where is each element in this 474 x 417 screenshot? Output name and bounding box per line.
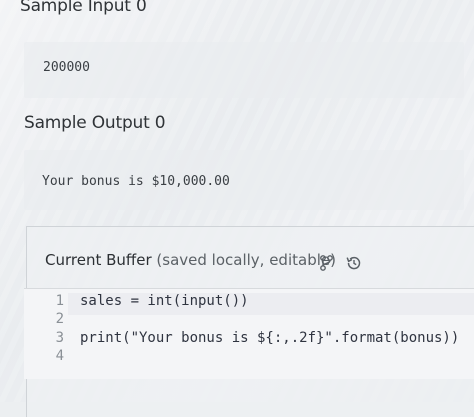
current-buffer-note: (saved locally, editable) <box>156 251 336 269</box>
line-number: 3 <box>55 330 64 346</box>
sample-input-value: 200000 <box>43 60 90 75</box>
sample-output-box: Your bonus is $10,000.00 <box>24 150 464 210</box>
code-editor[interactable]: 1 2 3 4 sales = int(input()) print("Your… <box>24 288 474 379</box>
sample-output-value: Your bonus is $10,000.00 <box>42 174 230 189</box>
line-number-gutter: 1 2 3 4 <box>24 289 68 379</box>
line-number: 4 <box>55 348 64 364</box>
sample-output-heading: Sample Output 0 <box>24 113 166 133</box>
line-number: 1 <box>55 293 64 309</box>
problem-page: Sample Input 0 200000 Sample Output 0 Yo… <box>0 0 474 417</box>
current-buffer-title: Current Buffer (saved locally, editable) <box>45 251 336 269</box>
code-line[interactable]: print("Your bonus is ${:,.2f}".format(bo… <box>80 330 459 346</box>
sample-input-heading: Sample Input 0 <box>20 0 147 16</box>
history-icon[interactable] <box>345 254 363 272</box>
line-number: 2 <box>55 311 64 327</box>
current-buffer-label: Current Buffer <box>45 251 152 269</box>
sample-input-box: 200000 <box>24 42 464 98</box>
branch-icon[interactable] <box>319 254 335 272</box>
code-line[interactable]: sales = int(input()) <box>80 293 249 309</box>
